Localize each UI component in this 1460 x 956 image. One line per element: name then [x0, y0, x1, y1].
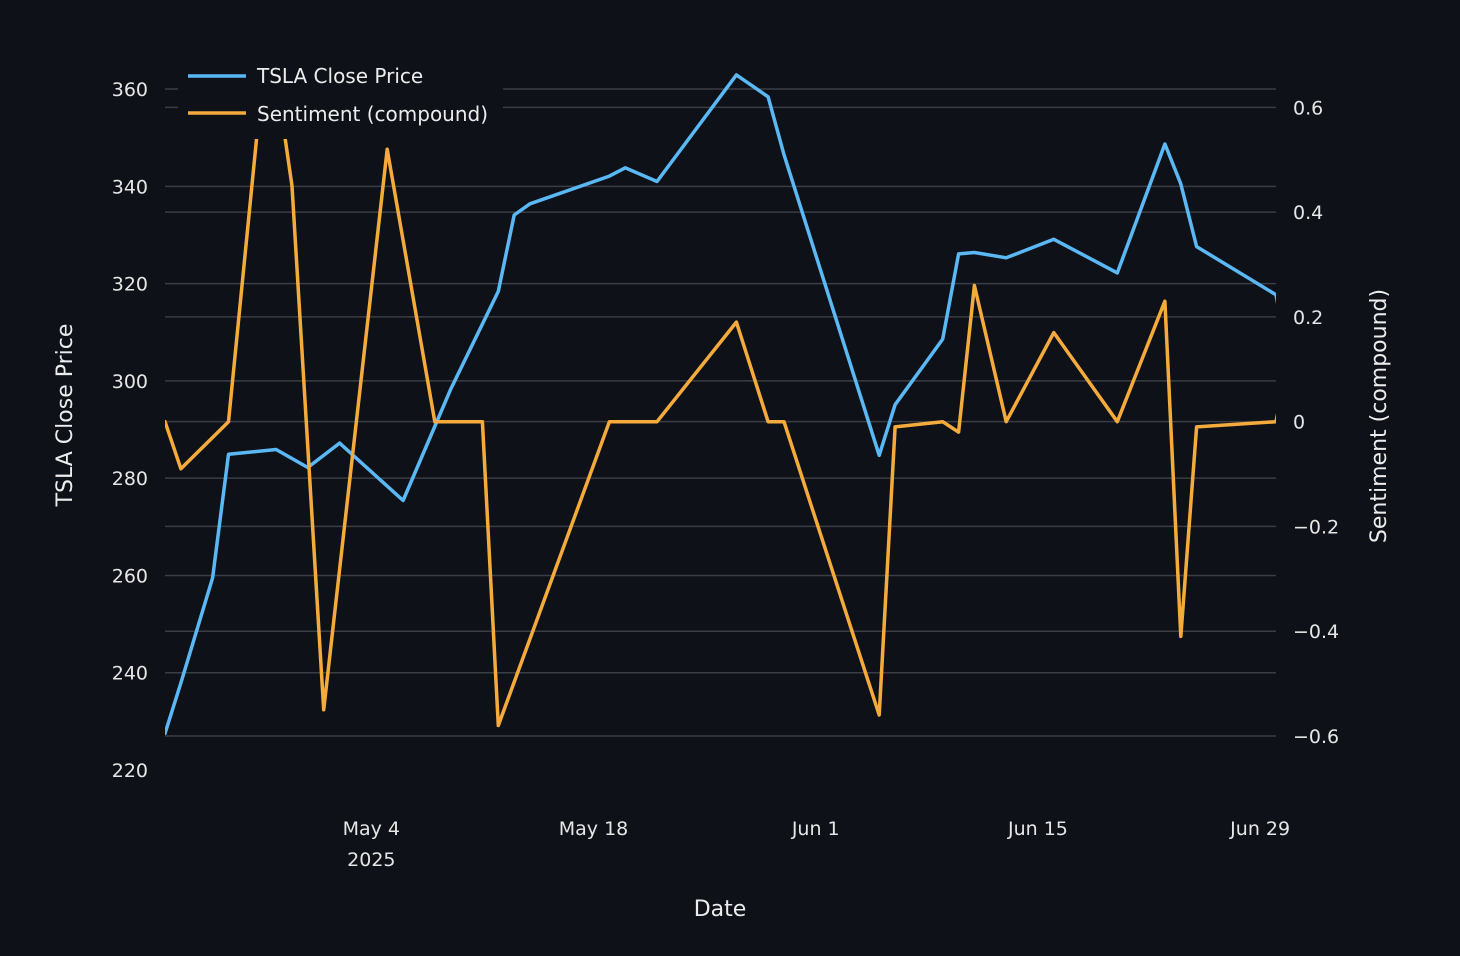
x-tick-label: Jun 1 — [791, 818, 840, 840]
chart: 220 240 260 280 300 320 340 360 −0.6 −0.4 −0.2 0 0.… — [0, 0, 1460, 956]
left-tick-label: 300 — [112, 371, 148, 393]
right-tick-label: −0.4 — [1293, 621, 1339, 643]
x-tick-year-label: 2025 — [347, 849, 395, 871]
left-axis-title: TSLA Close Price — [53, 324, 78, 508]
left-tick-label: 280 — [112, 468, 148, 490]
left-tick-label: 320 — [112, 274, 148, 296]
right-tick-label: 0.2 — [1293, 307, 1323, 329]
right-axis-title: Sentiment (compound) — [1367, 289, 1392, 543]
x-tick-label: Jun 15 — [1007, 818, 1068, 840]
right-tick-label: 0.6 — [1293, 97, 1323, 119]
left-tick-label: 260 — [112, 565, 148, 587]
right-tick-label: −0.6 — [1293, 726, 1339, 748]
left-tick-label: 240 — [112, 663, 148, 685]
x-tick-label: May 4 — [343, 818, 400, 840]
left-tick-label: 360 — [112, 79, 148, 101]
right-tick-label: −0.2 — [1293, 516, 1339, 538]
x-axis-title: Date — [694, 897, 747, 922]
left-tick-label: 340 — [112, 176, 148, 198]
x-tick-label: Jun 29 — [1229, 818, 1290, 840]
left-tick-label: 220 — [112, 760, 148, 782]
right-tick-label: 0 — [1293, 412, 1305, 434]
legend: TSLA Close Price Sentiment (compound) — [178, 55, 503, 139]
right-tick-label: 0.4 — [1293, 202, 1323, 224]
legend-label-price: TSLA Close Price — [256, 64, 423, 88]
x-tick-label: May 18 — [559, 818, 629, 840]
legend-label-sentiment: Sentiment (compound) — [257, 102, 488, 126]
